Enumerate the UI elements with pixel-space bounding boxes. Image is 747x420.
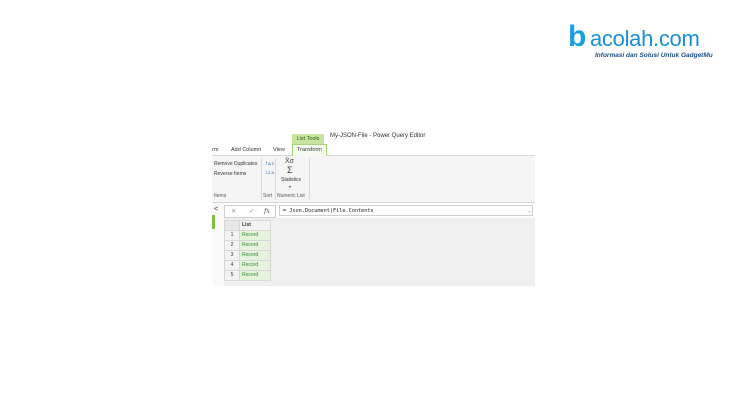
row-number: 1 bbox=[224, 230, 240, 241]
row-number: 5 bbox=[224, 270, 240, 281]
table-corner[interactable] bbox=[224, 220, 240, 231]
record-link[interactable]: Record bbox=[239, 250, 271, 261]
remove-duplicates-button[interactable]: Remove Duplicates bbox=[214, 161, 257, 167]
contextual-tab-list-tools[interactable]: List Tools bbox=[292, 134, 324, 144]
group-label-sort: Sort bbox=[263, 193, 273, 199]
tab-view[interactable]: View bbox=[273, 145, 285, 155]
table-row: 3 Record bbox=[224, 250, 271, 261]
sort-ascending-icon[interactable]: ↑A Z bbox=[265, 161, 274, 167]
row-number: 2 bbox=[224, 240, 240, 251]
table-row: 2 Record bbox=[224, 240, 271, 251]
ribbon-divider bbox=[275, 158, 276, 200]
row-number: 3 bbox=[224, 250, 240, 261]
sort-descending-icon[interactable]: ↓Z A bbox=[265, 170, 274, 176]
logo-b-glyph: b bbox=[568, 20, 587, 53]
statistics-sum-icon: Σ bbox=[287, 165, 293, 175]
tab-transform[interactable]: Transform bbox=[292, 144, 327, 156]
ribbon: Remove Duplicates Reverse Items Items ↑A… bbox=[212, 156, 535, 203]
table-row: 1 Record bbox=[224, 230, 271, 241]
formula-input[interactable]: = Json.Document(File.Contents ⌄ bbox=[279, 205, 533, 216]
data-table: List 1 Record 2 Record 3 Record 4 Record… bbox=[224, 220, 271, 281]
window-title: My-JSON-File - Power Query Editor bbox=[330, 133, 426, 139]
reverse-items-button[interactable]: Reverse Items bbox=[214, 171, 246, 177]
record-link[interactable]: Record bbox=[239, 260, 271, 271]
tab-add-column[interactable]: Add Column bbox=[231, 145, 261, 155]
ribbon-divider bbox=[261, 158, 262, 200]
group-label-numeric-list: Numeric List bbox=[277, 193, 305, 199]
column-header-list[interactable]: List bbox=[239, 220, 271, 231]
chevron-down-icon: ▾ bbox=[289, 184, 292, 189]
bacolah-logo: b acolah.com Informasi dan Solusi Untuk … bbox=[568, 22, 728, 64]
table-row: 4 Record bbox=[224, 260, 271, 271]
ribbon-divider bbox=[309, 158, 310, 200]
formula-text: = Json.Document(File.Contents bbox=[283, 208, 374, 214]
statistics-button[interactable]: X̄σ Σ Statistics ▾ bbox=[280, 158, 302, 192]
title-bar: List Tools My-JSON-File - Power Query Ed… bbox=[212, 130, 535, 144]
confirm-icon[interactable]: ✓ bbox=[249, 206, 254, 217]
record-link[interactable]: Record bbox=[239, 240, 271, 251]
ribbon-tabs: rm Add Column View Transform bbox=[212, 144, 535, 156]
table-row: 5 Record bbox=[224, 270, 271, 281]
cancel-icon[interactable]: ✕ bbox=[231, 206, 236, 217]
data-preview-area: List 1 Record 2 Record 3 Record 4 Record… bbox=[224, 218, 535, 286]
record-link[interactable]: Record bbox=[239, 270, 271, 281]
record-link[interactable]: Record bbox=[239, 230, 271, 241]
statistics-label: Statistics bbox=[281, 177, 302, 183]
logo-tagline: Informasi dan Solusi Untuk GadgetMu bbox=[595, 52, 713, 59]
row-number: 4 bbox=[224, 260, 240, 271]
fx-icon[interactable]: fx bbox=[264, 206, 270, 217]
statistics-xbar-sigma-icon: X̄σ bbox=[285, 158, 294, 165]
formula-actions: ✕ ✓ fx bbox=[224, 205, 276, 218]
formula-bar: ✕ ✓ fx = Json.Document(File.Contents ⌄ bbox=[224, 205, 535, 218]
active-query-indicator bbox=[212, 215, 215, 229]
logo-wordmark: acolah.com bbox=[590, 26, 700, 51]
group-label-items: Items bbox=[214, 193, 227, 199]
tab-transform-partial[interactable]: rm bbox=[212, 145, 218, 155]
queries-pane-collapsed: < bbox=[212, 203, 224, 286]
expand-queries-pane-icon[interactable]: < bbox=[214, 206, 218, 213]
power-query-editor: List Tools My-JSON-File - Power Query Ed… bbox=[212, 130, 535, 286]
expand-formula-icon[interactable]: ⌄ bbox=[528, 206, 531, 217]
